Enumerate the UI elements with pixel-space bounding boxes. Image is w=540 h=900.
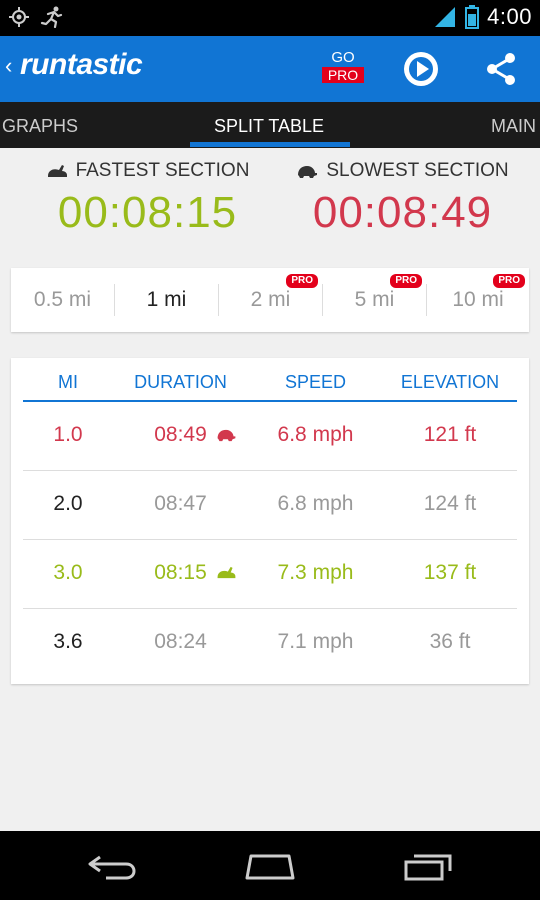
play-video-icon[interactable]	[402, 50, 440, 88]
cell-mi: 3.0	[53, 561, 83, 584]
cell-mi: 1.0	[53, 423, 83, 446]
fastest-section: FASTEST SECTION 00:08:15	[40, 160, 255, 238]
system-nav-bar	[0, 831, 540, 900]
table-row: 3.6 08:24 7.1 mph 36 ft	[23, 608, 517, 677]
status-bar: 4:00	[0, 0, 540, 36]
turtle-icon	[298, 166, 318, 178]
go-label: GO	[331, 49, 355, 66]
fastest-value: 00:08:15	[57, 188, 238, 237]
tab-graphs[interactable]: GRAPHS	[2, 116, 78, 137]
go-pro-button[interactable]: GO PRO	[322, 50, 364, 83]
cell-elevation: 121 ft	[423, 423, 477, 446]
cell-speed: 7.1 mph	[277, 630, 354, 653]
cell-elevation: 124 ft	[423, 492, 477, 515]
battery-icon	[465, 5, 480, 29]
status-time: 4:00	[487, 4, 532, 29]
header-elevation: ELEVATION	[400, 372, 500, 392]
cell-mi: 2.0	[53, 492, 83, 515]
signal-icon	[435, 7, 456, 27]
back-icon[interactable]	[86, 851, 138, 881]
runner-icon	[40, 6, 63, 28]
tab-indicator	[190, 142, 350, 147]
cell-elevation: 137 ft	[423, 561, 477, 584]
gps-icon	[9, 7, 29, 27]
app-logo[interactable]: runtastic	[20, 48, 143, 82]
interval-10-mi[interactable]: 10 mi PRO	[427, 268, 529, 332]
cell-duration: 08:47	[154, 492, 207, 515]
pro-badge: PRO	[286, 274, 318, 288]
split-table: MI DURATION SPEED ELEVATION 1.0 08:49 6.…	[11, 358, 529, 684]
share-icon[interactable]	[482, 50, 520, 88]
interval-label: 5 mi	[354, 288, 395, 311]
slowest-value: 00:08:49	[312, 188, 493, 237]
pro-label: PRO	[322, 67, 364, 83]
header-speed: SPEED	[284, 372, 347, 392]
fastest-label: FASTEST SECTION	[75, 160, 250, 181]
interval-label: 2 mi	[250, 288, 291, 311]
pro-badge: PRO	[493, 274, 525, 288]
slowest-label: SLOWEST SECTION	[326, 160, 509, 181]
turtle-icon	[217, 429, 236, 442]
table-header: MI DURATION SPEED ELEVATION	[23, 372, 517, 402]
table-row: 1.0 08:49 6.8 mph 121 ft	[23, 401, 517, 471]
pro-badge: PRO	[390, 274, 422, 288]
interval-label: 10 mi	[452, 288, 504, 311]
tab-main[interactable]: MAIN	[491, 116, 536, 137]
cell-elevation: 36 ft	[429, 630, 471, 653]
header-mi: MI	[58, 372, 78, 392]
cell-speed: 7.3 mph	[277, 561, 354, 584]
cell-speed: 6.8 mph	[277, 492, 354, 515]
cell-mi: 3.6	[53, 630, 83, 653]
hare-icon	[217, 566, 236, 579]
slowest-section: SLOWEST SECTION 00:08:49	[295, 160, 510, 238]
interval-label: 1 mi	[146, 288, 187, 311]
up-chevron-icon[interactable]: ‹	[5, 55, 12, 77]
hare-icon	[47, 165, 67, 177]
interval-1-mi[interactable]: 1 mi	[115, 268, 218, 332]
home-icon[interactable]	[244, 851, 296, 881]
interval-selector: 0.5 mi 1 mi 2 mi PRO 5 mi PRO 10 mi PRO	[11, 268, 529, 332]
cell-speed: 6.8 mph	[277, 423, 354, 446]
interval-2-mi[interactable]: 2 mi PRO	[219, 268, 322, 332]
cell-duration: 08:24	[154, 630, 207, 653]
action-bar: ‹ runtastic GO PRO	[0, 36, 540, 102]
interval-5-mi[interactable]: 5 mi PRO	[323, 268, 426, 332]
tab-split-table[interactable]: SPLIT TABLE	[214, 116, 324, 137]
table-row: 2.0 08:47 6.8 mph 124 ft	[23, 470, 517, 540]
interval-0-5-mi[interactable]: 0.5 mi	[11, 268, 114, 332]
interval-label: 0.5 mi	[33, 288, 92, 311]
header-duration: DURATION	[134, 372, 227, 392]
table-row: 3.0 08:15 7.3 mph 137 ft	[23, 539, 517, 609]
recent-apps-icon[interactable]	[402, 851, 454, 881]
